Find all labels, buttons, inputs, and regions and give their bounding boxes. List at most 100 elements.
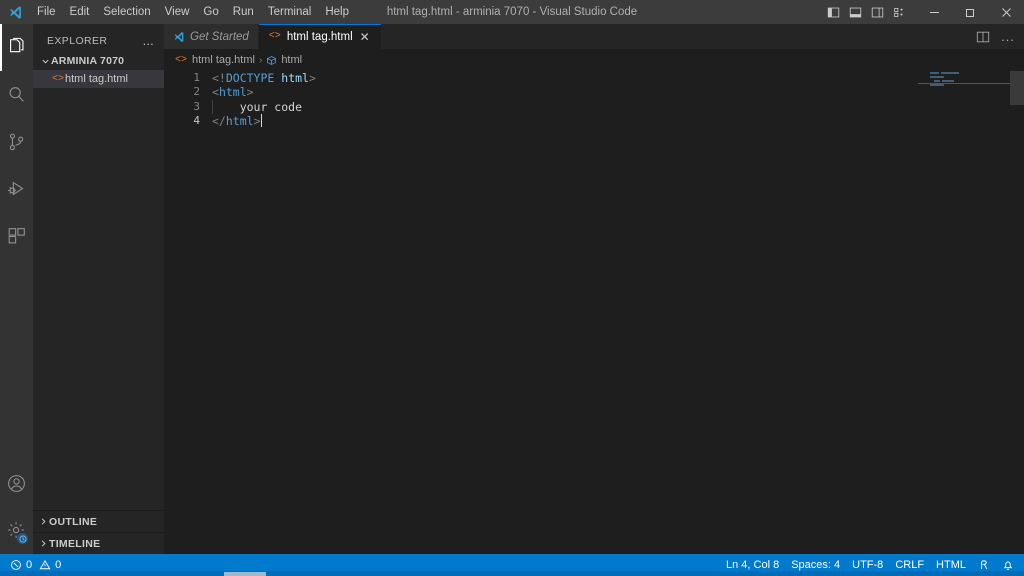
token: > xyxy=(246,85,254,100)
warning-count: 0 xyxy=(55,559,62,571)
extensions-icon xyxy=(6,225,28,247)
breadcrumb: <> html tag.html › html xyxy=(164,49,1024,71)
file-tree: ARMINIA 7070 <> html tag.html xyxy=(33,52,164,510)
error-circle-icon xyxy=(10,559,22,571)
editor-minimap[interactable] xyxy=(918,71,1010,554)
token: > xyxy=(253,114,261,129)
sidebar-section-outline-label: OUTLINE xyxy=(49,515,98,528)
code-line: 3 your code xyxy=(164,99,1024,114)
close-button[interactable] xyxy=(988,0,1024,24)
account-icon xyxy=(6,473,27,494)
layout-toggle-group xyxy=(822,0,916,24)
code-editor[interactable]: 1 <!DOCTYPE html> 2 <html> 3 your code 4… xyxy=(164,71,1024,554)
menu-item-help[interactable]: Help xyxy=(318,1,356,23)
activity-item-run-and-debug[interactable] xyxy=(0,165,33,212)
panel-right-icon[interactable] xyxy=(866,0,888,24)
activity-item-explorer[interactable] xyxy=(0,24,33,71)
activity-item-accounts[interactable] xyxy=(0,460,33,507)
layout-grid-icon[interactable] xyxy=(888,0,910,24)
error-count: 0 xyxy=(26,559,33,571)
activity-item-manage-settings[interactable] xyxy=(0,507,33,554)
minimap-block xyxy=(942,80,954,82)
code-line: 2 <html> xyxy=(164,85,1024,99)
token: </ xyxy=(212,114,226,129)
breadcrumb-file-label: html tag.html xyxy=(192,54,255,66)
breadcrumb-separator: › xyxy=(258,54,263,66)
os-taskbar-strip xyxy=(0,571,1024,576)
minimap-block xyxy=(930,76,944,78)
run-debug-icon xyxy=(6,178,28,200)
files-icon xyxy=(6,37,28,59)
menu-item-terminal[interactable]: Terminal xyxy=(261,1,318,23)
tree-file-html-tag[interactable]: <> html tag.html xyxy=(33,70,164,88)
tab-html-tag-html-label: html tag.html xyxy=(286,30,353,43)
token: < xyxy=(212,85,219,100)
activity-item-search[interactable] xyxy=(0,71,33,118)
menu-item-view[interactable]: View xyxy=(158,1,197,23)
breadcrumb-symbol[interactable]: html xyxy=(266,54,302,66)
line-number: 2 xyxy=(193,85,200,99)
chevron-down-icon xyxy=(39,57,51,66)
menu-item-file[interactable]: File xyxy=(30,1,63,23)
minimap-block xyxy=(930,84,944,86)
panel-bottom-icon[interactable] xyxy=(844,0,866,24)
tree-folder-arminia-7070[interactable]: ARMINIA 7070 xyxy=(33,52,164,70)
minimap-block xyxy=(934,80,940,82)
html-file-icon: <> xyxy=(268,31,281,42)
token: DOCTYPE xyxy=(225,71,275,85)
search-icon xyxy=(6,84,28,106)
breadcrumb-symbol-label: html xyxy=(281,54,303,66)
tab-get-started[interactable]: Get Started xyxy=(164,24,259,49)
sidebar-section-timeline-label: TIMELINE xyxy=(49,537,101,550)
menu-item-go[interactable]: Go xyxy=(196,1,225,23)
token: html xyxy=(218,85,247,100)
minimize-button[interactable] xyxy=(916,0,952,24)
line-content: your code xyxy=(212,99,303,114)
vscode-logo-icon xyxy=(0,0,30,24)
line-number: 3 xyxy=(193,99,200,113)
menu-item-edit[interactable]: Edit xyxy=(63,1,97,23)
line-number: 4 xyxy=(193,114,200,128)
editor-tab-bar: Get Started <> html tag.html ✕ ... xyxy=(164,24,1024,49)
settings-badge xyxy=(17,533,28,544)
minimap-block xyxy=(930,72,939,74)
minimap-block xyxy=(941,72,959,74)
sidebar-more-actions[interactable]: ... xyxy=(143,35,160,47)
activity-bar xyxy=(0,24,33,554)
ellipsis-icon[interactable]: ... xyxy=(999,26,1017,48)
close-icon[interactable]: ✕ xyxy=(358,31,372,43)
panel-left-icon[interactable] xyxy=(822,0,844,24)
maximize-button[interactable] xyxy=(952,0,988,24)
more-actions-label: ... xyxy=(1001,28,1015,44)
tab-get-started-label: Get Started xyxy=(190,30,249,43)
sidebar-section-outline[interactable]: OUTLINE xyxy=(33,510,164,532)
tweet-feedback-icon xyxy=(978,559,990,571)
tab-html-tag-html[interactable]: <> html tag.html ✕ xyxy=(258,24,382,49)
tree-folder-label: ARMINIA 7070 xyxy=(51,55,125,67)
line-content: </html> xyxy=(212,114,262,128)
menu-item-run[interactable]: Run xyxy=(226,1,261,23)
vscode-logo-icon xyxy=(173,31,185,43)
editor-vertical-scrollbar[interactable] xyxy=(1010,71,1024,554)
scrollbar-thumb[interactable] xyxy=(1010,71,1024,105)
token: your code xyxy=(212,99,303,114)
sidebar-section-timeline[interactable]: TIMELINE xyxy=(33,532,164,554)
activity-item-source-control[interactable] xyxy=(0,118,33,165)
html-file-icon: <> xyxy=(174,54,187,66)
taskbar-active-app[interactable] xyxy=(224,572,266,576)
breadcrumb-file[interactable]: <> html tag.html xyxy=(174,54,255,66)
sidebar-title: EXPLORER ... xyxy=(33,30,164,52)
sidebar-title-label: EXPLORER xyxy=(47,35,108,47)
explorer-sidebar: EXPLORER ... ARMINIA 7070 <> html tag.ht… xyxy=(33,24,164,554)
code-line: 4 </html> xyxy=(164,114,1024,128)
indent-guide xyxy=(212,99,213,114)
minimap-current-line xyxy=(918,83,1010,84)
code-line: 1 <!DOCTYPE html> xyxy=(164,71,1024,85)
workbench: EXPLORER ... ARMINIA 7070 <> html tag.ht… xyxy=(0,24,1024,554)
editor-group: Get Started <> html tag.html ✕ ... <> ht… xyxy=(164,24,1024,554)
menu-item-selection[interactable]: Selection xyxy=(96,1,157,23)
symbol-field-icon xyxy=(266,55,277,66)
split-editor-icon[interactable] xyxy=(974,26,992,48)
activity-item-extensions[interactable] xyxy=(0,212,33,259)
text-cursor xyxy=(260,114,262,128)
